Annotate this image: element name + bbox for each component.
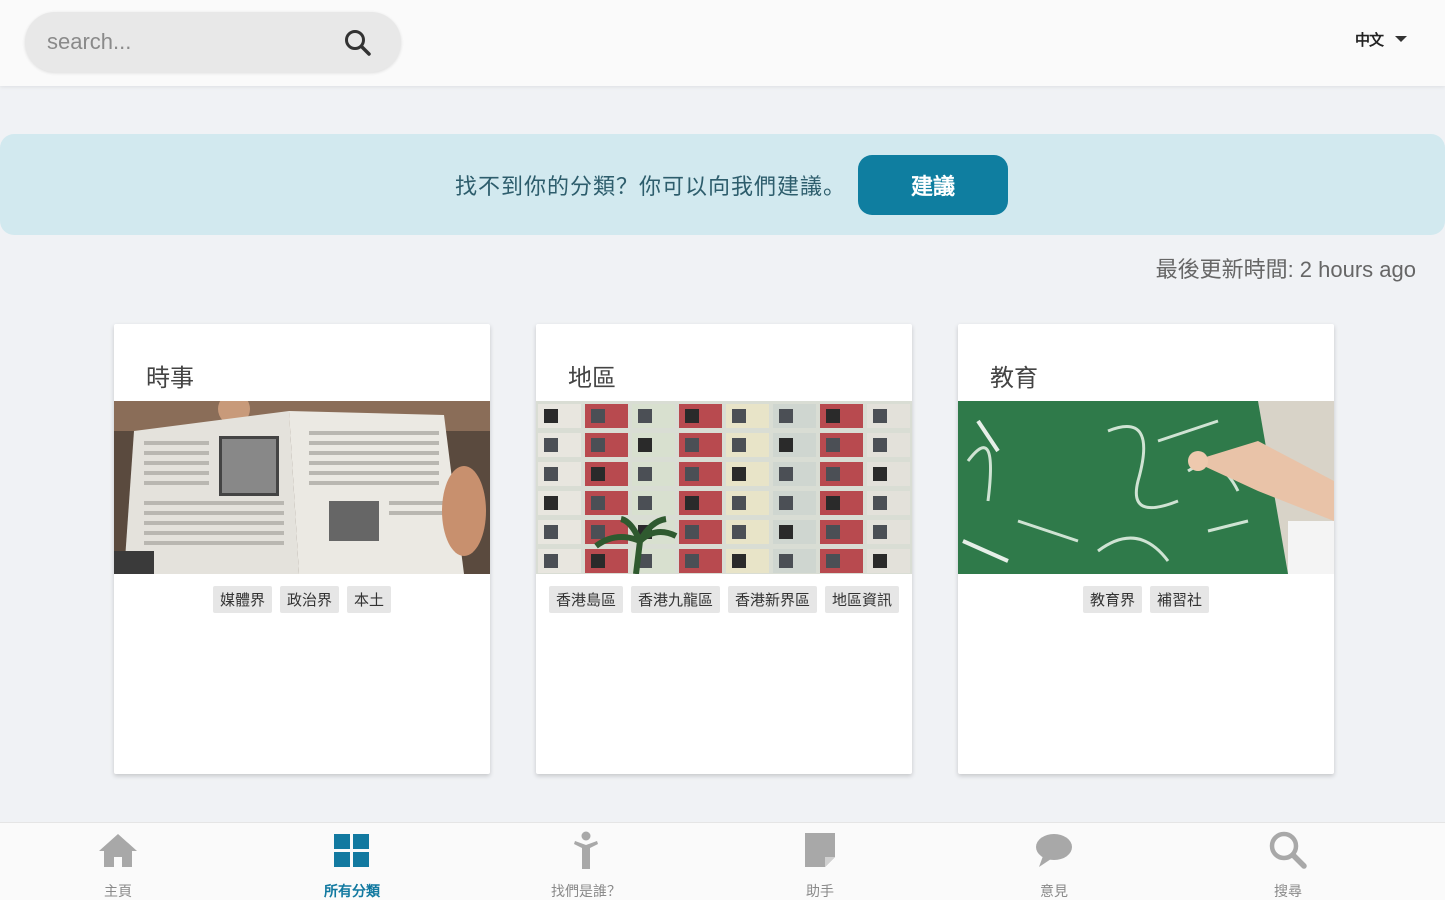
- category-card-current-affairs[interactable]: 時事 媒體界 政治界 本土: [114, 324, 490, 774]
- chat-icon: [1036, 834, 1072, 867]
- nav-label: 找們是誰？: [551, 884, 621, 900]
- top-bar: 中文: [0, 0, 1445, 86]
- category-card-district[interactable]: 地區 香港島區 香港九龍區 香港新界區 地區資訊: [536, 324, 912, 774]
- chalkboard-photo: [958, 401, 1334, 574]
- language-selector[interactable]: 中文: [1355, 28, 1407, 50]
- nav-feedback[interactable]: 意見: [969, 823, 1139, 900]
- tag-chip[interactable]: 政治界: [279, 586, 339, 613]
- tag-chip[interactable]: 地區資訊: [825, 586, 900, 613]
- search-box: [25, 12, 401, 72]
- suggest-button[interactable]: 建議: [858, 154, 1008, 215]
- search-icon[interactable]: [343, 28, 373, 58]
- nav-all-categories[interactable]: 所有分類: [267, 823, 437, 900]
- nav-home[interactable]: 主頁: [33, 823, 203, 900]
- tag-chip[interactable]: 香港新界區: [728, 586, 818, 613]
- language-label: 中文: [1354, 30, 1384, 49]
- nav-label: 意見: [1040, 884, 1068, 900]
- suggestion-banner: 找不到你的分類？你可以向我們建議。 建議: [0, 134, 1445, 235]
- tag-list: 香港島區 香港九龍區 香港新界區 地區資訊: [546, 586, 902, 613]
- grid-icon: [334, 834, 369, 867]
- banner-text: 找不到你的分類？你可以向我們建議。: [454, 174, 846, 200]
- tag-chip[interactable]: 教育界: [1082, 586, 1142, 613]
- tag-chip[interactable]: 本土: [347, 586, 392, 613]
- nav-search[interactable]: 搜尋: [1203, 823, 1373, 900]
- nav-assistant[interactable]: 助手: [735, 823, 905, 900]
- bottom-navigation: 主頁 所有分類 找們是誰？ 助手 意見 搜尋: [0, 822, 1445, 900]
- last-updated: 最後更新時間: 2 hours ago: [1155, 257, 1416, 282]
- search-input[interactable]: [47, 12, 337, 72]
- category-card-education[interactable]: 教育 教育界 補習社: [958, 324, 1334, 774]
- note-icon: [805, 833, 835, 867]
- card-title: 時事: [146, 364, 194, 392]
- tag-list: 教育界 補習社: [968, 586, 1324, 613]
- nav-label: 主頁: [104, 884, 132, 900]
- hong-kong-building-photo: [536, 401, 912, 574]
- card-title: 地區: [568, 364, 616, 392]
- home-icon: [99, 834, 137, 867]
- card-title: 教育: [990, 364, 1038, 392]
- nav-label: 所有分類: [324, 884, 380, 900]
- tag-list: 媒體界 政治界 本土: [124, 586, 480, 613]
- nav-label: 搜尋: [1274, 884, 1302, 900]
- newspaper-photo: [114, 401, 490, 574]
- nav-label: 助手: [806, 884, 834, 900]
- tag-chip[interactable]: 香港島區: [548, 586, 623, 613]
- search-icon: [1269, 831, 1307, 869]
- tag-chip[interactable]: 補習社: [1150, 586, 1210, 613]
- person-icon: [574, 831, 598, 869]
- chevron-down-icon: [1395, 36, 1407, 42]
- tag-chip[interactable]: 媒體界: [212, 586, 272, 613]
- tag-chip[interactable]: 香港九龍區: [630, 586, 720, 613]
- nav-about[interactable]: 找們是誰？: [501, 823, 671, 900]
